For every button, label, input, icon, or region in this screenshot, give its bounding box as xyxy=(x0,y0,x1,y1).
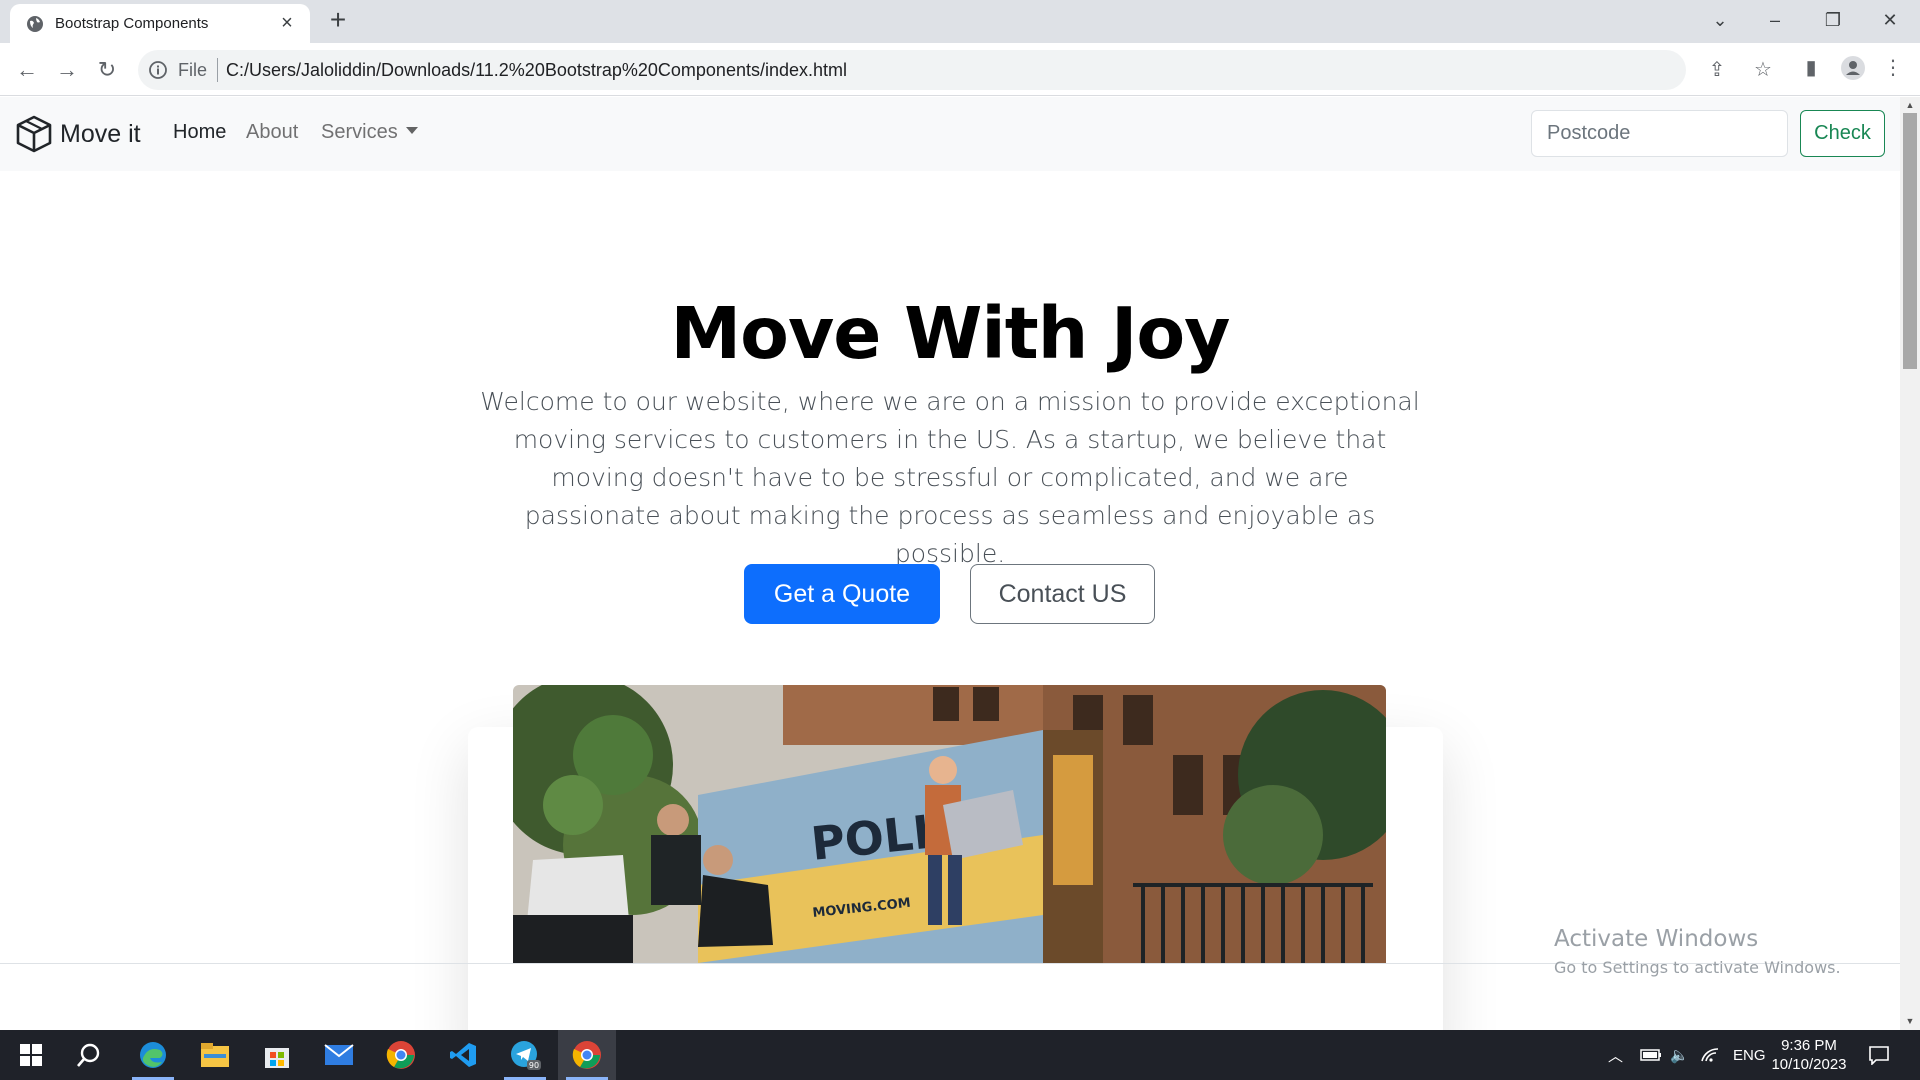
close-window-button[interactable]: ✕ xyxy=(1870,6,1910,34)
reload-icon[interactable]: ↻ xyxy=(92,55,122,85)
edge-browser-icon[interactable] xyxy=(124,1030,182,1080)
tab-search-icon[interactable]: ⌄ xyxy=(1700,6,1740,34)
info-icon[interactable] xyxy=(148,60,168,80)
vscode-icon[interactable] xyxy=(434,1030,492,1080)
caret-down-icon xyxy=(405,127,418,135)
globe-icon xyxy=(27,16,43,32)
restore-button[interactable]: ❐ xyxy=(1813,6,1853,34)
nav-link-services: Services xyxy=(321,121,398,143)
wifi-icon[interactable] xyxy=(1700,1030,1720,1080)
url-text[interactable]: C:/Users/Jaloliddin/Downloads/11.2%20Boo… xyxy=(226,60,847,81)
side-panel-icon[interactable]: ▮ xyxy=(1798,55,1824,81)
minimize-button[interactable]: – xyxy=(1755,6,1795,34)
browser-toolbar: ← → ↻ File C:/Users/Jaloliddin/Downloads… xyxy=(0,43,1920,96)
browser-tabbar: Bootstrap Components × + ⌄ – ❐ ✕ xyxy=(0,0,1920,43)
hero-image: POLIS MOVING.COM xyxy=(513,685,1386,963)
clock-date: 10/10/2023 xyxy=(1771,1056,1847,1073)
check-button[interactable]: Check xyxy=(1800,110,1885,157)
page-viewport: Move it Home About Services Check Move W… xyxy=(0,97,1900,1030)
nav-link-home[interactable]: Home xyxy=(173,121,226,144)
file-explorer-icon[interactable] xyxy=(186,1030,244,1080)
bookmark-star-icon[interactable]: ☆ xyxy=(1752,59,1774,81)
forward-arrow-icon[interactable]: → xyxy=(52,55,82,85)
telegram-badge: 90 xyxy=(529,1061,539,1070)
chrome-icon[interactable] xyxy=(372,1030,430,1080)
nav-link-about[interactable]: About xyxy=(246,121,298,144)
hero-title: Move With Joy xyxy=(670,292,1231,375)
volume-icon[interactable]: 🔈 xyxy=(1670,1030,1689,1080)
page-scrollbar[interactable]: ▲ ▼ xyxy=(1900,97,1920,1030)
mail-icon[interactable] xyxy=(310,1030,368,1080)
watermark-title: Activate Windows xyxy=(1554,926,1759,952)
new-tab-button[interactable]: + xyxy=(324,6,352,34)
share-icon[interactable]: ⇪ xyxy=(1706,59,1728,81)
chrome-active-icon[interactable] xyxy=(558,1030,616,1080)
box-icon xyxy=(16,115,52,153)
telegram-icon[interactable]: 90 xyxy=(496,1030,554,1080)
search-icon[interactable] xyxy=(60,1030,118,1080)
notifications-icon[interactable] xyxy=(1868,1030,1890,1080)
microsoft-store-icon[interactable] xyxy=(248,1030,306,1080)
postcode-input[interactable] xyxy=(1531,110,1788,157)
nav-dropdown-services[interactable]: Services xyxy=(321,121,418,144)
get-quote-button[interactable]: Get a Quote xyxy=(744,564,940,624)
start-windows-icon[interactable] xyxy=(2,1030,60,1080)
contact-us-button[interactable]: Contact US xyxy=(970,564,1155,624)
battery-icon[interactable] xyxy=(1640,1030,1662,1080)
profile-avatar-icon[interactable] xyxy=(1840,55,1866,81)
moving-truck-illustration: POLIS MOVING.COM xyxy=(513,685,1386,963)
activate-windows-watermark: Activate Windows Go to Settings to activ… xyxy=(1554,926,1841,977)
browser-tab[interactable]: Bootstrap Components × xyxy=(10,4,310,43)
hero-lead-text: Welcome to our website, where we are on … xyxy=(480,387,1420,568)
menu-kebab-icon[interactable]: ⋮ xyxy=(1880,55,1906,81)
omnibox-divider xyxy=(217,58,218,82)
scroll-up-icon[interactable]: ▲ xyxy=(1904,99,1916,111)
site-navbar: Move it Home About Services Check xyxy=(0,97,1900,171)
back-arrow-icon[interactable]: ← xyxy=(12,55,42,85)
windows-taskbar: 90 ︿ 🔈 ENG 9:36 PM 10/10/2023 xyxy=(0,1030,1920,1080)
address-bar[interactable]: File C:/Users/Jaloliddin/Downloads/11.2%… xyxy=(138,50,1772,90)
language-indicator[interactable]: ENG xyxy=(1733,1030,1766,1080)
system-clock[interactable]: 9:36 PM 10/10/2023 xyxy=(1764,1036,1854,1074)
url-scheme-label: File xyxy=(178,60,208,80)
close-icon[interactable]: × xyxy=(276,12,298,34)
tab-title: Bootstrap Components xyxy=(55,15,209,32)
scrollbar-thumb[interactable] xyxy=(1903,113,1917,369)
brand[interactable]: Move it xyxy=(14,114,141,154)
clock-time: 9:36 PM xyxy=(1781,1037,1837,1054)
tray-overflow-chevron-icon[interactable]: ︿ xyxy=(1608,1030,1623,1080)
brand-name: Move it xyxy=(60,119,141,148)
scroll-down-icon[interactable]: ▼ xyxy=(1904,1015,1916,1027)
watermark-subtitle: Go to Settings to activate Windows. xyxy=(1554,958,1841,977)
